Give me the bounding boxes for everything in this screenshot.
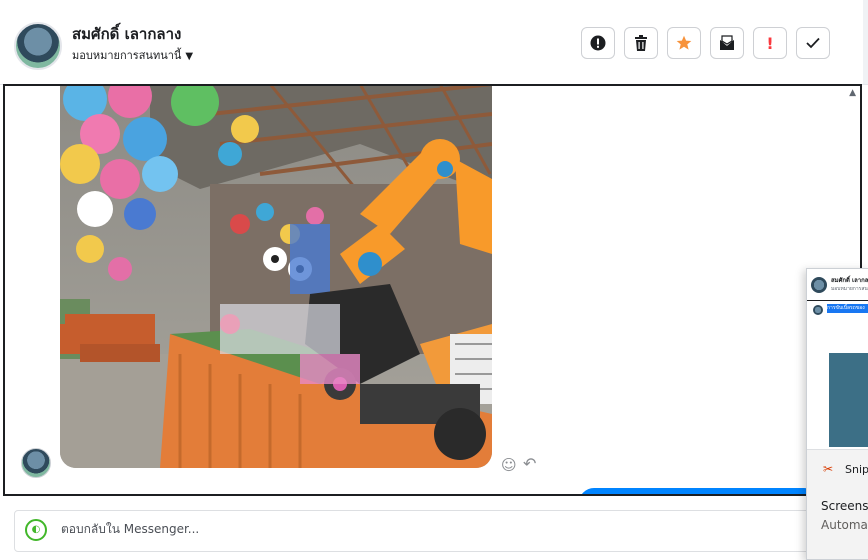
caret-down-icon: ▼ xyxy=(185,51,194,62)
popup-contact-name: สมศักดิ์ เลากลาง xyxy=(831,277,868,284)
reply-input[interactable] xyxy=(59,521,663,537)
mark-unread-button[interactable] xyxy=(710,27,744,59)
contact-avatar[interactable] xyxy=(14,22,62,70)
assign-label: มอบหมายการสนทนานี้ xyxy=(72,49,182,62)
popup-divider xyxy=(807,300,868,301)
popup-assign-label: มอบหมายการสนทนานี้ xyxy=(831,286,868,292)
reply-composer[interactable]: ◐ xyxy=(14,510,814,552)
preview-popup[interactable]: สมศักดิ์ เลากลาง มอบหมายการสนทนานี้ การข… xyxy=(806,268,868,560)
exclamation-icon: ! xyxy=(766,33,774,53)
react-smiley-icon[interactable]: ☺ xyxy=(501,456,517,474)
envelope-icon xyxy=(719,35,735,50)
toy-shop-photo xyxy=(60,86,492,468)
reply-icon[interactable]: ↶ xyxy=(523,454,536,473)
popup-photo-thumbnail xyxy=(829,353,868,447)
sender-avatar[interactable] xyxy=(21,448,51,478)
popup-highlighted-text: การขับเบิ้ลรถของ xyxy=(827,304,868,313)
conversation-toolbar: ! xyxy=(581,27,830,59)
assign-conversation-dropdown[interactable]: มอบหมายการสนทนานี้ ▼ xyxy=(72,46,193,64)
snip-app-label: Snip xyxy=(845,463,868,476)
snip-notification-title: Screens xyxy=(821,499,868,513)
star-button[interactable] xyxy=(667,27,701,59)
messenger-icon: ◐ xyxy=(25,519,47,541)
scroll-up-arrow-icon[interactable]: ▲ xyxy=(849,88,856,98)
checkmark-icon xyxy=(806,37,820,49)
popup-avatar xyxy=(811,277,827,293)
popup-sender-avatar xyxy=(813,305,823,315)
alert-circle-icon xyxy=(590,35,606,51)
attached-photo[interactable] xyxy=(60,86,492,468)
mark-done-button[interactable] xyxy=(796,27,830,59)
contact-name[interactable]: สมศักดิ์ เลากลาง xyxy=(72,22,181,46)
star-icon xyxy=(676,35,692,50)
snip-tool-icon: ✂ xyxy=(823,462,834,476)
delete-button[interactable] xyxy=(624,27,658,59)
outgoing-message-bubble[interactable] xyxy=(579,488,819,494)
conversation-header: สมศักดิ์ เลากลาง มอบหมายการสนทนานี้ ▼ ! xyxy=(0,0,868,85)
message-thread[interactable]: ▲ ☺ ↶ xyxy=(3,84,862,496)
spam-button[interactable] xyxy=(581,27,615,59)
trash-icon xyxy=(635,35,647,51)
snip-notification-subtitle: Automa xyxy=(821,518,868,532)
follow-up-button[interactable]: ! xyxy=(753,27,787,59)
side-panel-edge xyxy=(863,0,868,84)
